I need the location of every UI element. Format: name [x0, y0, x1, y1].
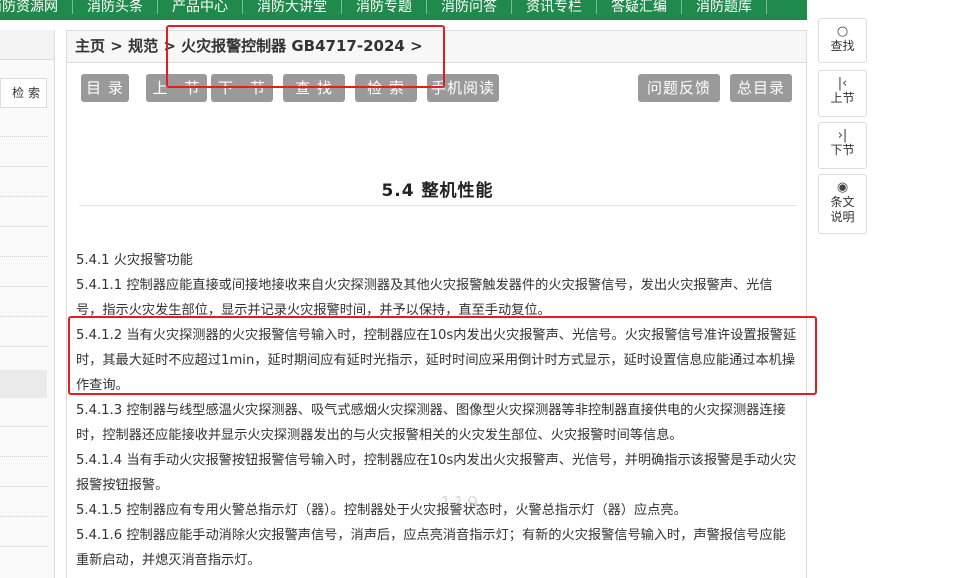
all-toc-button[interactable]: 总目录 — [730, 74, 792, 102]
right-explain-button[interactable]: ◉ 条文 说明 — [818, 174, 867, 234]
nav-item-lecture[interactable]: 消防大讲堂 — [243, 0, 342, 14]
sidebar-divider — [0, 516, 47, 517]
paragraph-highlight-box — [68, 316, 817, 395]
right-find-label: 查找 — [830, 39, 855, 53]
breadcrumb-highlight-box — [166, 25, 445, 88]
search-icon: ○ — [836, 24, 849, 39]
main-panel: 主页 > 规范 > 火灾报警控制器 GB4717-2024 > 目 录 上一节 … — [66, 30, 807, 578]
right-explain-label: 条文 — [830, 195, 855, 209]
breadcrumb-spec[interactable]: 规范 — [128, 37, 158, 55]
skip-prev-icon: |‹ — [837, 76, 848, 91]
right-prev-label: 上节 — [830, 91, 855, 105]
nav-item-resource[interactable]: 消防资源网 — [0, 0, 73, 14]
nav-item-columns[interactable]: 资讯专栏 — [512, 0, 597, 14]
sidebar-divider — [0, 426, 47, 427]
feedback-button[interactable]: 问题反馈 — [638, 74, 720, 102]
paragraph-5-4-1-6: 5.4.1.6 控制器应能手动消除火灾报警声信号，消声后，应点亮消音指示灯；有新… — [76, 528, 786, 568]
right-next-button[interactable]: ›| 下节 — [818, 122, 867, 169]
left-sidebar: 检 索 — [0, 30, 55, 578]
sidebar-divider — [0, 316, 47, 317]
top-nav: 消防资源网消防头条产品中心消防大讲堂消防专题消防问答资讯专栏答疑汇编消防题库 — [0, 0, 807, 20]
sidebar-divider — [0, 136, 47, 137]
sidebar-divider — [0, 456, 47, 457]
sidebar-divider — [0, 346, 47, 347]
nav-item-topics[interactable]: 消防专题 — [342, 0, 427, 14]
sidebar-divider — [0, 486, 47, 487]
article-content: 5.4.1 火灾报警功能 5.4.1.1 控制器应能直接或间接地接收来自火灾探测… — [76, 248, 798, 573]
title-divider — [79, 205, 796, 206]
right-next-label: 下节 — [830, 143, 855, 157]
skip-next-icon: ›| — [837, 128, 848, 143]
eye-icon: ◉ — [836, 180, 849, 195]
sidebar-divider — [0, 286, 47, 287]
sidebar-divider — [0, 196, 47, 197]
toc-button[interactable]: 目 录 — [81, 74, 129, 102]
watermark: 119 — [440, 493, 481, 514]
nav-item-products[interactable]: 产品中心 — [158, 0, 243, 14]
sidebar-divider — [0, 256, 47, 257]
sidebar-item-active[interactable] — [0, 370, 47, 398]
right-explain-label-2: 说明 — [830, 210, 855, 224]
paragraph-5-4-1-3: 5.4.1.3 控制器与线型感温火灾探测器、吸气式感烟火灾探测器、图像型火灾探测… — [76, 403, 786, 443]
right-prev-button[interactable]: |‹ 上节 — [818, 70, 867, 117]
nav-item-headlines[interactable]: 消防头条 — [73, 0, 158, 14]
section-title: 5.4 整机性能 — [381, 181, 494, 201]
sidebar-search-button[interactable]: 检 索 — [0, 78, 47, 108]
breadcrumb-home[interactable]: 主页 — [75, 37, 105, 55]
paragraph-5-4-1-5: 5.4.1.5 控制器应有专用火警总指示灯（器）。控制器处于火灾报警状态时，火警… — [76, 503, 687, 518]
sidebar-header — [0, 30, 54, 60]
nav-item-answers[interactable]: 答疑汇编 — [597, 0, 682, 14]
breadcrumb-separator: > — [110, 37, 123, 55]
sidebar-divider — [0, 226, 47, 227]
paragraph-5-4-1-4: 5.4.1.4 当有手动火灾报警按钮报警信号输入时，控制器应在10s内发出火灾报… — [76, 453, 797, 493]
sidebar-divider — [0, 546, 47, 547]
nav-item-question-bank[interactable]: 消防题库 — [682, 0, 767, 14]
sidebar-divider — [0, 166, 47, 167]
paragraph-5-4-1: 5.4.1 火灾报警功能 — [76, 253, 193, 268]
right-find-button[interactable]: ○ 查找 — [818, 18, 867, 63]
nav-item-qa[interactable]: 消防问答 — [427, 0, 512, 14]
